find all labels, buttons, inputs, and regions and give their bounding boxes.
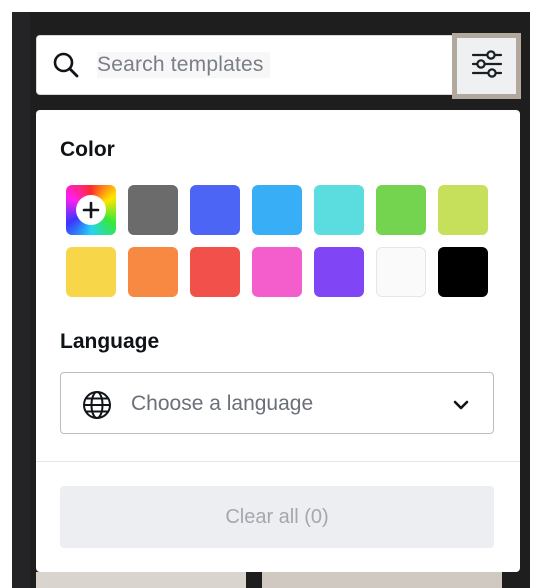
side-panel-edge (12, 12, 30, 588)
color-swatch-purple[interactable] (314, 247, 364, 297)
color-swatch-add-custom-color[interactable] (66, 185, 116, 235)
color-swatch-yellow[interactable] (66, 247, 116, 297)
filter-button[interactable] (452, 33, 521, 99)
color-swatch-pink[interactable] (252, 247, 302, 297)
color-section-title: Color (60, 138, 115, 161)
language-section-title: Language (60, 330, 160, 353)
color-swatch-sky-blue[interactable] (252, 185, 302, 235)
color-swatch-blue[interactable] (190, 185, 240, 235)
color-swatch-turquoise[interactable] (314, 185, 364, 235)
color-swatch-white[interactable] (376, 247, 426, 297)
plus-icon (76, 195, 106, 225)
color-swatch-lime[interactable] (438, 185, 488, 235)
color-swatch-black[interactable] (438, 247, 488, 297)
color-swatch-red[interactable] (190, 247, 240, 297)
language-select-value: Choose a language (131, 392, 314, 415)
color-swatch-green[interactable] (376, 185, 426, 235)
clear-all-button[interactable]: Clear all (0) (60, 486, 494, 548)
color-swatch-gray[interactable] (128, 185, 178, 235)
chevron-down-icon (451, 395, 471, 415)
template-thumbnail[interactable] (36, 572, 246, 588)
sliders-icon (471, 49, 503, 83)
globe-icon (82, 390, 112, 420)
color-swatch-orange[interactable] (128, 247, 178, 297)
search-icon (52, 51, 80, 79)
panel-divider (36, 461, 520, 462)
template-thumbnail[interactable] (262, 572, 502, 588)
search-input[interactable]: Search templates (97, 52, 270, 78)
